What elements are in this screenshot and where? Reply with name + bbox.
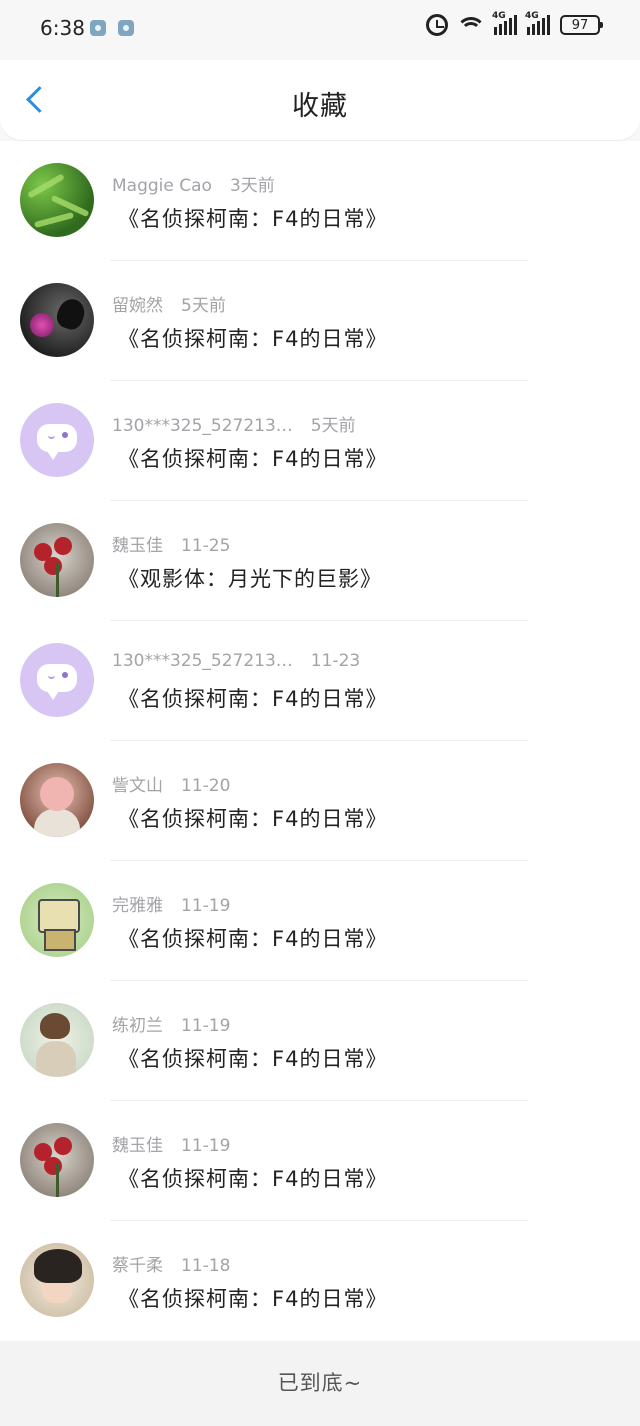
user-name[interactable]: 留婉然 <box>112 296 163 316</box>
wifi-icon <box>458 15 484 35</box>
item-meta: 訾文山 11-20 <box>112 771 230 796</box>
user-name[interactable]: 魏玉佳 <box>112 536 163 556</box>
user-name[interactable]: 蔡千柔 <box>112 1256 163 1276</box>
user-name[interactable]: 130***325_527213… <box>112 416 293 436</box>
robot-avatar[interactable] <box>20 883 94 957</box>
work-title[interactable]: 《名侦探柯南：F4的日常》 <box>118 1043 387 1073</box>
nav-header: 收藏 <box>0 60 640 140</box>
default-avatar[interactable] <box>20 403 94 477</box>
cellular-signal-icon: 4G <box>492 11 517 35</box>
item-meta: 练初兰 11-19 <box>112 1011 230 1036</box>
item-time: 3天前 <box>229 176 275 196</box>
butterfly-avatar[interactable] <box>20 283 94 357</box>
item-time: 11-19 <box>181 896 231 916</box>
item-meta: 魏玉佳 11-19 <box>112 1131 230 1156</box>
list-item[interactable]: 练初兰 11-19 《名侦探柯南：F4的日常》 <box>0 981 640 1101</box>
item-meta: 完雅雅 11-19 <box>112 891 230 916</box>
battery-level: 97 <box>571 17 589 33</box>
item-time: 11-23 <box>310 651 361 671</box>
item-time: 5天前 <box>310 416 356 436</box>
user-name[interactable]: 訾文山 <box>112 776 163 796</box>
item-meta: Maggie Cao 3天前 <box>112 171 275 196</box>
flower-avatar[interactable] <box>20 523 94 597</box>
list-item[interactable]: 130***325_527213… 11-23 《名侦探柯南：F4的日常》 <box>0 621 640 741</box>
item-time: 11-19 <box>181 1136 231 1156</box>
list-item[interactable]: 完雅雅 11-19 《名侦探柯南：F4的日常》 <box>0 861 640 981</box>
work-title[interactable]: 《观影体：月光下的巨影》 <box>118 563 382 593</box>
work-title[interactable]: 《名侦探柯南：F4的日常》 <box>118 203 387 233</box>
user-name[interactable]: 练初兰 <box>112 1016 163 1036</box>
work-title[interactable]: 《名侦探柯南：F4的日常》 <box>118 1163 387 1193</box>
work-title[interactable]: 《名侦探柯南：F4的日常》 <box>118 803 387 833</box>
work-title[interactable]: 《名侦探柯南：F4的日常》 <box>118 323 387 353</box>
flower-avatar[interactable] <box>20 1123 94 1197</box>
cellular-signal-icon: 4G <box>525 11 550 35</box>
notification-icon <box>118 20 134 36</box>
item-time: 11-20 <box>181 776 231 796</box>
status-time: 6:38 <box>40 16 85 40</box>
item-meta: 130***325_527213… 5天前 <box>112 411 356 436</box>
battery-icon: 97 <box>560 15 603 35</box>
user-name[interactable]: Maggie Cao <box>112 176 212 196</box>
work-title[interactable]: 《名侦探柯南：F4的日常》 <box>118 443 387 473</box>
item-meta: 130***325_527213… 11-23 <box>112 651 360 671</box>
list-item[interactable]: 魏玉佳 11-19 《名侦探柯南：F4的日常》 <box>0 1101 640 1221</box>
list-item[interactable]: 魏玉佳 11-25 《观影体：月光下的巨影》 <box>0 501 640 621</box>
item-meta: 留婉然 5天前 <box>112 291 226 316</box>
boy-avatar[interactable] <box>20 1003 94 1077</box>
list-item[interactable]: 130***325_527213… 5天前 《名侦探柯南：F4的日常》 <box>0 381 640 501</box>
user-name[interactable]: 130***325_527213… <box>112 651 293 671</box>
list-item[interactable]: 留婉然 5天前 《名侦探柯南：F4的日常》 <box>0 261 640 381</box>
item-time: 5天前 <box>181 296 226 316</box>
default-avatar[interactable] <box>20 643 94 717</box>
notification-icon <box>90 20 106 36</box>
item-time: 11-25 <box>181 536 231 556</box>
list-item[interactable]: Maggie Cao 3天前 《名侦探柯南：F4的日常》 <box>0 141 640 261</box>
bamboo-avatar[interactable] <box>20 163 94 237</box>
list-end-indicator: 已到底~ <box>0 1341 640 1426</box>
item-time: 11-19 <box>181 1016 231 1036</box>
alarm-icon <box>426 14 448 36</box>
baby-avatar[interactable] <box>20 763 94 837</box>
user-name[interactable]: 完雅雅 <box>112 896 163 916</box>
work-title[interactable]: 《名侦探柯南：F4的日常》 <box>118 923 387 953</box>
work-title[interactable]: 《名侦探柯南：F4的日常》 <box>118 1283 387 1313</box>
item-meta: 魏玉佳 11-25 <box>112 531 230 556</box>
item-time: 11-18 <box>181 1256 231 1276</box>
anime-avatar[interactable] <box>20 1243 94 1317</box>
list-item[interactable]: 蔡千柔 11-18 《名侦探柯南：F4的日常》 <box>0 1221 640 1341</box>
item-meta: 蔡千柔 11-18 <box>112 1251 230 1276</box>
page-title: 收藏 <box>292 91 348 122</box>
list-item[interactable]: 訾文山 11-20 《名侦探柯南：F4的日常》 <box>0 741 640 861</box>
work-title[interactable]: 《名侦探柯南：F4的日常》 <box>118 683 387 713</box>
user-name[interactable]: 魏玉佳 <box>112 1136 163 1156</box>
favorites-list: Maggie Cao 3天前 《名侦探柯南：F4的日常》 留婉然 5天前 《名侦探柯… <box>0 141 640 1341</box>
status-bar: 6:38 4G 4G 97 <box>0 0 640 60</box>
